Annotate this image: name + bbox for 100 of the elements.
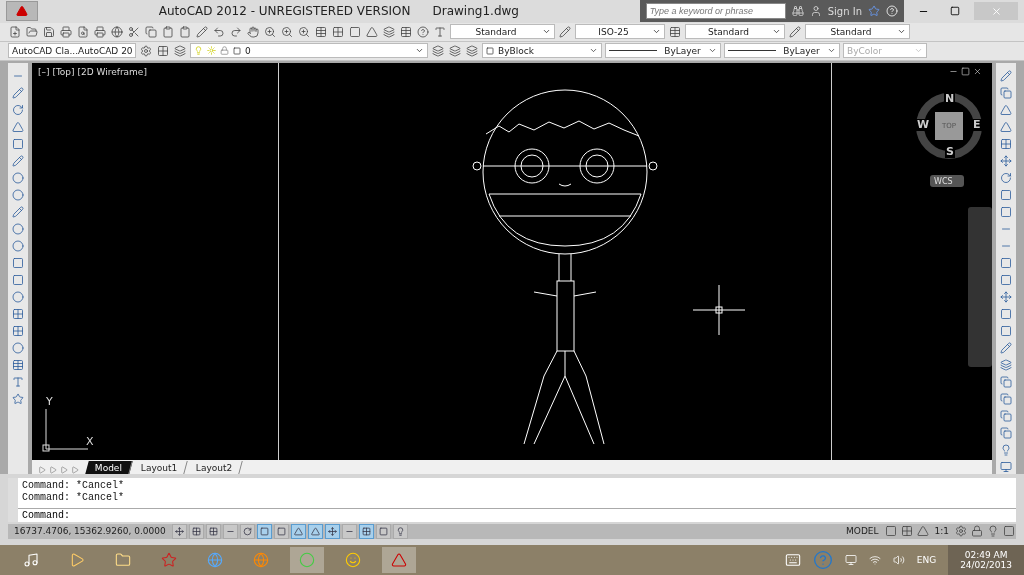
rectangle-icon[interactable] (12, 138, 24, 150)
binoculars-icon[interactable] (791, 5, 804, 18)
network-icon[interactable] (868, 554, 881, 566)
drafting-toggle[interactable] (172, 523, 187, 539)
language-indicator[interactable]: ENG (916, 555, 937, 565)
redo-icon[interactable] (230, 25, 242, 38)
keyboard-icon[interactable] (784, 552, 801, 568)
paste-icon[interactable] (162, 25, 174, 38)
layer-previous-icon[interactable] (466, 44, 478, 57)
next-tab-icon[interactable] (60, 466, 68, 474)
compass-label[interactable]: E (972, 119, 982, 131)
array-icon[interactable] (1000, 138, 1012, 150)
first-tab-icon[interactable] (38, 466, 46, 474)
undo-icon[interactable] (213, 25, 225, 38)
stack-icon[interactable] (1000, 393, 1012, 405)
monitor-icon[interactable] (1000, 461, 1012, 473)
globe-icon[interactable] (111, 25, 123, 38)
property-dropdown[interactable]: ByLayer (605, 43, 721, 59)
open-folder-icon[interactable] (26, 25, 38, 38)
drafting-toggle[interactable] (257, 523, 272, 539)
compass-label[interactable]: W (916, 119, 931, 131)
clock-time[interactable]: 02:49 AM (964, 550, 1008, 560)
cut-icon[interactable] (128, 25, 140, 38)
paste-icon[interactable] (179, 25, 191, 38)
drafting-toggle[interactable] (206, 523, 221, 539)
style-dropdown[interactable]: ISO-25 (575, 24, 665, 40)
layers-icon[interactable] (174, 44, 186, 57)
drafting-toggle[interactable] (359, 523, 374, 539)
polygon-icon[interactable] (12, 121, 24, 133)
rotate-icon[interactable] (1000, 172, 1012, 184)
copy-icon[interactable] (145, 25, 157, 38)
drafting-toggle[interactable] (342, 523, 357, 539)
compass-label[interactable]: S (945, 146, 955, 158)
erase-icon[interactable] (1000, 70, 1012, 82)
printer-icon[interactable] (94, 25, 106, 38)
clock-date[interactable]: 24/02/2013 (960, 560, 1012, 570)
table-style-icon[interactable] (669, 25, 681, 38)
drafting-toggle[interactable] (274, 523, 289, 539)
compass-label[interactable]: N (944, 93, 956, 105)
smiley-icon[interactable] (345, 552, 361, 568)
close-icon[interactable] (973, 67, 982, 76)
gear-icon[interactable] (955, 525, 967, 538)
previous-tab-icon[interactable] (49, 466, 57, 474)
grid-icon[interactable] (157, 44, 169, 57)
grid-icon[interactable] (332, 25, 344, 38)
new-file-icon[interactable] (9, 25, 21, 38)
property-dropdown[interactable]: ByBlock (482, 43, 602, 59)
user-icon[interactable] (809, 5, 822, 18)
annotation-scale[interactable]: 1:1 (931, 526, 952, 537)
stack-icon[interactable] (1000, 376, 1012, 388)
drafting-toggle[interactable] (376, 523, 391, 539)
table-icon[interactable] (12, 359, 24, 371)
help-icon[interactable] (417, 25, 429, 38)
property-dropdown[interactable]: ByLayer (724, 43, 840, 59)
application-menu-button[interactable] (6, 1, 38, 22)
music-icon[interactable] (23, 552, 39, 568)
printer-icon[interactable] (60, 25, 72, 38)
restore-icon[interactable] (961, 67, 970, 76)
ucs-menu[interactable]: WCS (930, 175, 964, 187)
viewport-label[interactable]: [–] [Top] [2D Wireframe] (38, 67, 147, 77)
gear-icon[interactable] (140, 44, 152, 57)
text-style-icon[interactable] (434, 25, 446, 38)
drafting-toggle[interactable] (223, 523, 238, 539)
save-icon[interactable] (43, 25, 55, 38)
style-dropdown[interactable]: Standard (685, 24, 785, 40)
bulb-icon[interactable] (1000, 444, 1012, 456)
media-player-icon[interactable] (69, 552, 85, 568)
sign-in-link[interactable]: Sign In (827, 5, 862, 17)
drafting-toggle[interactable] (189, 523, 204, 539)
preview-icon[interactable] (77, 25, 89, 38)
stack-icon[interactable] (1000, 410, 1012, 422)
copy-icon[interactable] (1000, 87, 1012, 99)
search-field[interactable]: Type a keyword or phrase (645, 3, 786, 20)
drafting-toggle[interactable] (240, 523, 255, 539)
drafting-toggle[interactable] (393, 523, 408, 539)
workspace-dropdown[interactable]: AutoCAD Cla...AutoCAD 20 (8, 43, 136, 59)
last-tab-icon[interactable] (71, 466, 79, 474)
zoom-icon[interactable] (264, 25, 276, 38)
pan-hand-icon[interactable] (247, 25, 259, 38)
zoom-icon[interactable] (298, 25, 310, 38)
drafting-toggle[interactable] (325, 523, 340, 539)
layout-tab[interactable]: Model (85, 461, 133, 474)
style-dropdown[interactable]: Standard (805, 24, 910, 40)
lock-icon[interactable] (971, 525, 983, 538)
bulb-icon[interactable] (987, 525, 999, 538)
layer-dropdown[interactable]: 0 (190, 43, 428, 59)
layer-match-icon[interactable] (449, 44, 461, 57)
circle-icon[interactable] (12, 172, 24, 184)
layer-state-icon[interactable] (432, 44, 444, 57)
drafting-toggle[interactable] (308, 523, 323, 539)
folder-icon[interactable] (115, 552, 131, 568)
stack-icon[interactable] (1000, 427, 1012, 439)
move-icon[interactable] (1000, 155, 1012, 167)
speaker-icon[interactable] (892, 554, 905, 566)
drafting-toggle[interactable] (291, 523, 306, 539)
text-icon[interactable] (12, 376, 24, 388)
zoom-icon[interactable] (281, 25, 293, 38)
layers-icon[interactable] (383, 25, 395, 38)
model-space-button[interactable]: MODEL (843, 526, 882, 537)
style-dropdown[interactable]: Standard (450, 24, 555, 40)
